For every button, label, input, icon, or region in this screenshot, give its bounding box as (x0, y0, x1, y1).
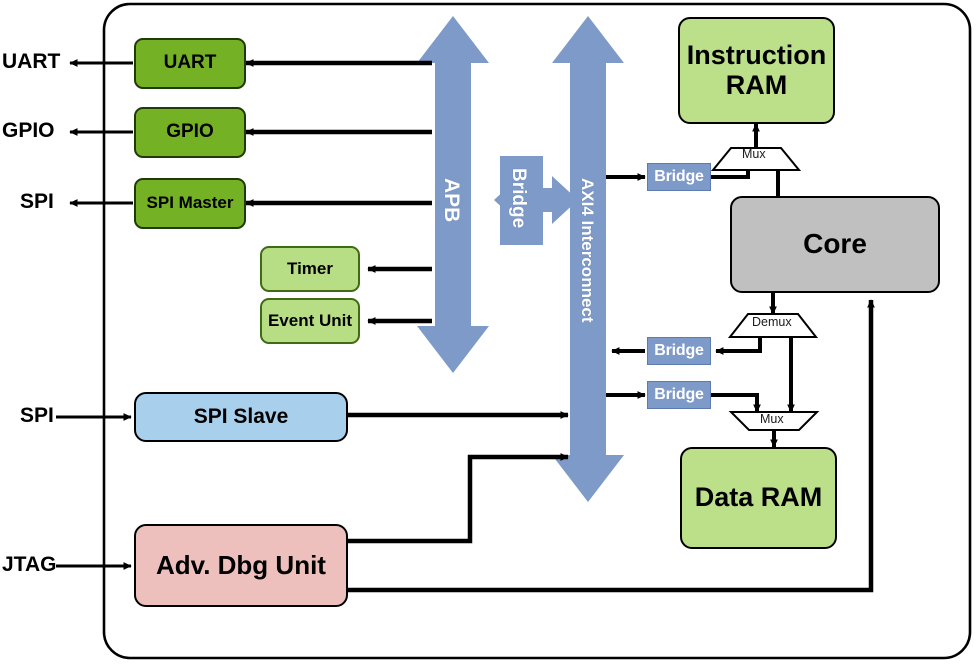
bridge-instr[interactable]: Bridge (647, 163, 711, 191)
apb-axi-bridge-label: Bridge (508, 168, 529, 229)
port-label-uart: UART (2, 50, 61, 73)
wire-bridge-data-to-mux (711, 393, 761, 413)
port-label-spi-master: SPI (20, 190, 54, 213)
wire-dbg-to-axi (348, 453, 569, 544)
block-gpio[interactable]: GPIO (134, 107, 246, 158)
apb-bus-label: APB (440, 178, 463, 223)
demux-core-data-label: Demux (752, 315, 792, 329)
mux-instruction-label: Mux (742, 147, 766, 161)
mux-data-label: Mux (760, 412, 784, 426)
block-event-unit[interactable]: Event Unit (260, 298, 360, 344)
block-uart[interactable]: UART (134, 38, 246, 89)
block-data-ram[interactable]: Data RAM (680, 447, 837, 549)
wire-demux-to-bridge-left (715, 337, 762, 355)
block-timer[interactable]: Timer (260, 246, 360, 292)
soc-block-diagram: UART GPIO SPI SPI JTAG UART GPIO SPI Mas… (0, 0, 977, 667)
block-instruction-ram[interactable]: Instruction RAM (678, 17, 835, 124)
block-core[interactable]: Core (730, 196, 940, 293)
block-spi-master[interactable]: SPI Master (134, 178, 246, 229)
port-label-jtag: JTAG (2, 553, 57, 576)
bridge-demux[interactable]: Bridge (647, 337, 711, 365)
axi4-bus-label: AXI4 Interconnect (578, 178, 597, 323)
block-adv-dbg-unit[interactable]: Adv. Dbg Unit (134, 524, 348, 607)
port-label-spi-slave: SPI (20, 404, 54, 427)
bridge-data[interactable]: Bridge (647, 381, 711, 409)
block-spi-slave[interactable]: SPI Slave (134, 392, 348, 442)
port-label-gpio: GPIO (2, 119, 55, 142)
